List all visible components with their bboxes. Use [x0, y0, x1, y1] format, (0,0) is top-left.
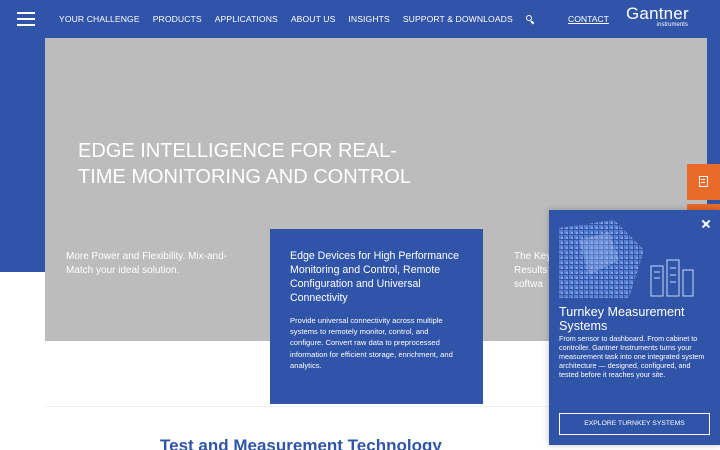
turnkey-illustration: [559, 220, 694, 298]
gantner-logo[interactable]: Gantner instruments: [626, 5, 689, 29]
hero-left-accent: [0, 38, 45, 272]
close-icon[interactable]: [700, 218, 712, 230]
nav-item-applications[interactable]: APPLICATIONS: [215, 14, 278, 24]
section-title: Test and Measurement Technology: [160, 436, 442, 450]
popup-text: From sensor to dashboard. From cabinet t…: [559, 334, 705, 379]
hero-title: EDGE INTELLIGENCE FOR REAL-TIME MONITORI…: [78, 140, 411, 188]
hero-column-3-line: Results: [514, 265, 548, 276]
card-title: Edge Devices for High Performance Monito…: [290, 250, 459, 304]
edge-devices-card[interactable]: Edge Devices for High Performance Monito…: [270, 229, 483, 404]
logo-subtitle: instruments: [656, 22, 688, 28]
card-text: Provide universal connectivity across mu…: [290, 316, 453, 370]
turnkey-popup: Turnkey Measurement Systems From sensor …: [549, 210, 720, 445]
nav-item-about-us[interactable]: ABOUT US: [291, 14, 336, 24]
section-divider: [45, 406, 565, 407]
nav-item-support-downloads[interactable]: SUPPORT & DOWNLOADS: [403, 14, 513, 24]
top-navigation-bar: YOUR CHALLENGE PRODUCTS APPLICATIONS ABO…: [0, 0, 720, 38]
hamburger-icon[interactable]: [17, 12, 35, 26]
search-icon[interactable]: [525, 14, 535, 24]
document-icon: [699, 176, 708, 187]
popup-title: Turnkey Measurement Systems: [559, 305, 685, 333]
main-nav: YOUR CHALLENGE PRODUCTS APPLICATIONS ABO…: [59, 0, 535, 38]
hero-column-3-line: The Key: [514, 251, 552, 262]
nav-item-your-challenge[interactable]: YOUR CHALLENGE: [59, 14, 140, 24]
hero-column-3-line: softwa: [514, 279, 543, 290]
nav-item-insights[interactable]: INSIGHTS: [348, 14, 389, 24]
nav-item-products[interactable]: PRODUCTS: [153, 14, 202, 24]
contact-link[interactable]: CONTACT: [568, 14, 609, 24]
logo-wordmark: Gantner: [626, 4, 689, 23]
side-document-button[interactable]: [687, 164, 720, 200]
explore-turnkey-button[interactable]: EXPLORE TURNKEY SYSTEMS: [559, 413, 710, 435]
hero-column-text-1[interactable]: More Power and Flexibility. Mix-and-Matc…: [66, 250, 236, 278]
hero-column-text-3[interactable]: The Key Results softwa: [514, 250, 554, 292]
